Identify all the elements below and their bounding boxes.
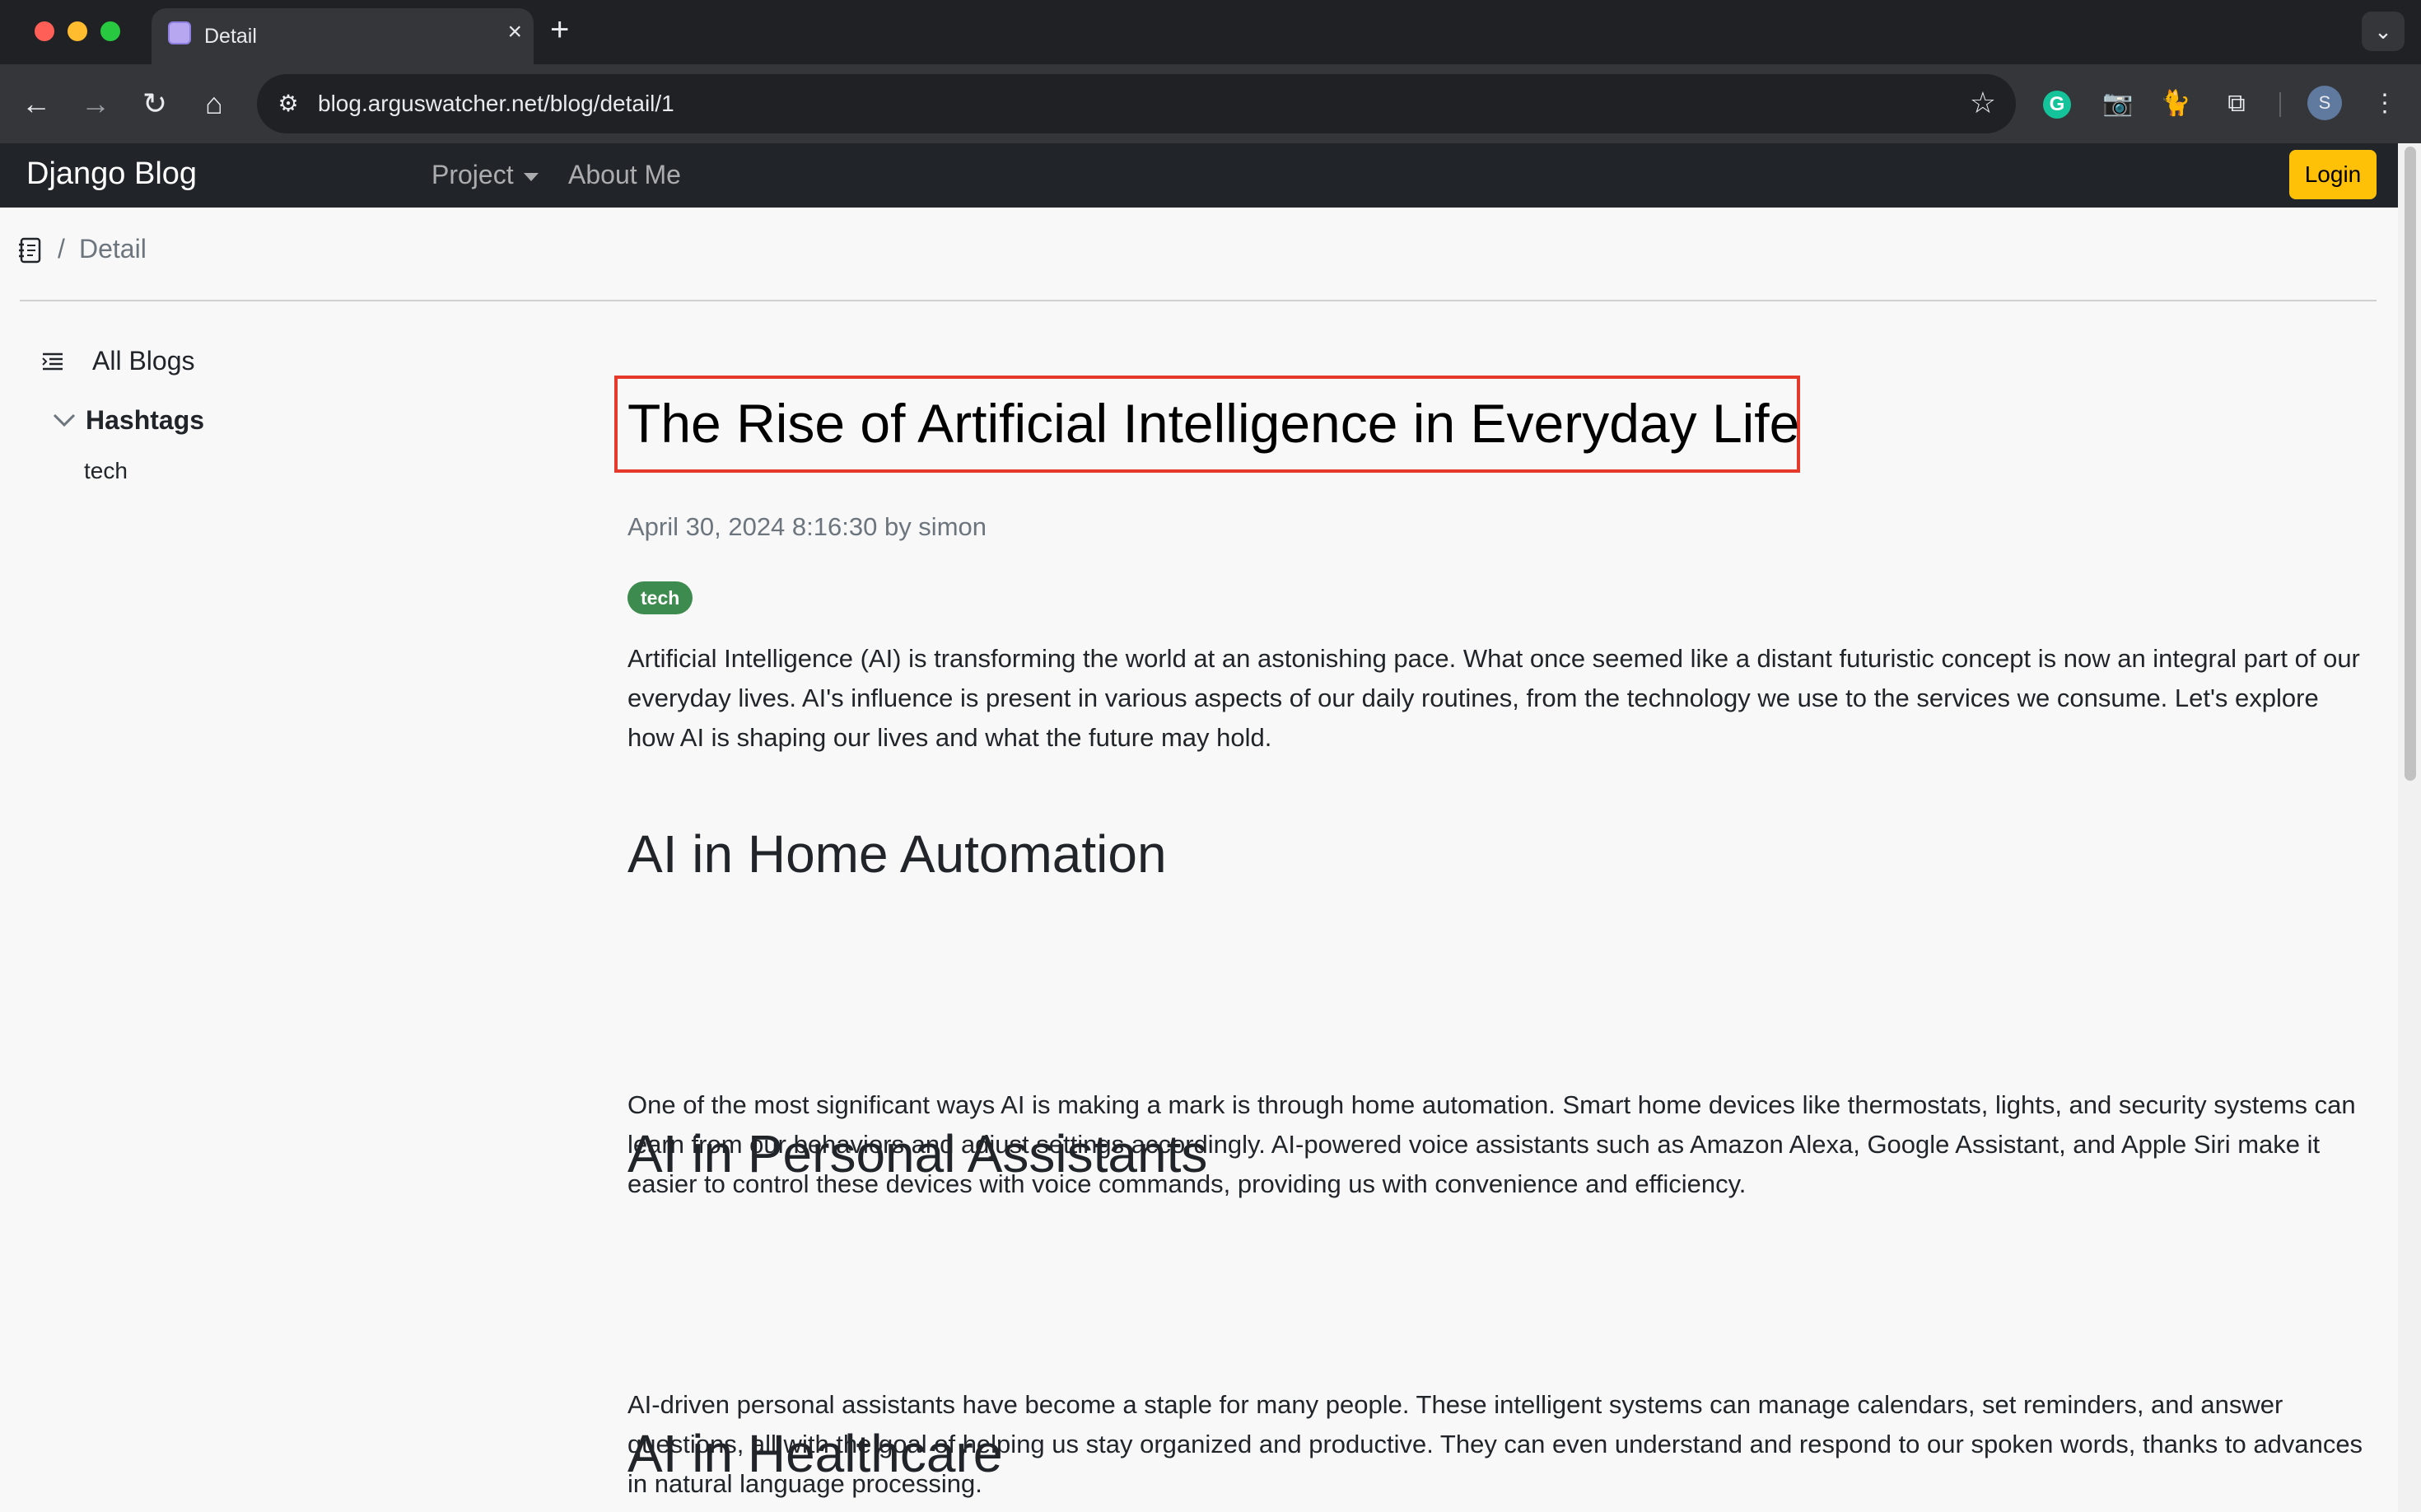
address-url[interactable]: blog.arguswatcher.net/blog/detail/1 <box>318 91 674 117</box>
site-brand[interactable]: Django Blog <box>26 156 197 192</box>
home-icon[interactable]: ⌂ <box>194 84 234 124</box>
site-settings-icon[interactable]: ⚙ <box>273 89 303 119</box>
reload-icon[interactable]: ↻ <box>135 84 175 124</box>
sidebar-all-blogs-label: All Blogs <box>92 346 195 376</box>
back-arrow-icon[interactable]: ← <box>16 84 56 124</box>
post-meta: April 30, 2024 8:16:30 by simon <box>627 512 987 541</box>
login-button[interactable]: Login <box>2289 150 2377 199</box>
browser-toolbar: ← → ↻ ⌂ ⚙ blog.arguswatcher.net/blog/det… <box>0 64 2421 143</box>
site-navbar: Django Blog Project About Me Login <box>0 143 2398 208</box>
chevron-down-icon <box>53 413 76 427</box>
caret-down-icon <box>523 172 539 181</box>
post-title: The Rise of Artificial Intelligence in E… <box>627 393 1800 454</box>
sidebar-hashtags-label: Hashtags <box>86 405 205 435</box>
tab-title: Detail <box>204 25 257 48</box>
breadcrumb-current: Detail <box>79 234 147 264</box>
toolbar-divider <box>2279 92 2281 117</box>
cat-extension-icon[interactable]: 🐈 <box>2157 86 2194 122</box>
page-scrollbar[interactable] <box>2398 143 2421 1512</box>
tab-search-button[interactable]: ⌄ <box>2362 12 2405 51</box>
post-tag-badge[interactable]: tech <box>627 581 693 614</box>
nav-about-link[interactable]: About Me <box>568 160 681 190</box>
breadcrumb-separator: / <box>58 234 65 264</box>
extensions-puzzle-icon[interactable]: ⧉ <box>2218 86 2255 122</box>
tab-close-button[interactable]: × <box>507 20 522 44</box>
address-bar[interactable]: ⚙ blog.arguswatcher.net/blog/detail/1 ☆ <box>257 74 2016 133</box>
breadcrumb-divider <box>20 300 2377 301</box>
window-close-button[interactable] <box>35 21 54 41</box>
list-icon <box>42 352 63 371</box>
nav-project-label: Project <box>431 160 514 189</box>
nav-project-dropdown[interactable]: Project <box>431 160 539 190</box>
browser-menu-icon[interactable]: ⋮ <box>2367 86 2403 122</box>
tab-favicon-icon <box>168 21 191 44</box>
notebook-icon[interactable] <box>18 237 43 264</box>
section-heading: AI in Healthcare <box>627 1424 1003 1483</box>
window-zoom-button[interactable] <box>100 21 120 41</box>
grammarly-extension-icon[interactable]: G <box>2039 86 2075 122</box>
page-viewport: Django Blog Project About Me Login / Det… <box>0 143 2398 1512</box>
new-tab-button[interactable]: + <box>550 13 569 46</box>
sidebar-hashtag-item[interactable]: tech <box>84 458 128 484</box>
camera-extension-icon[interactable]: 📷 <box>2100 86 2136 122</box>
profile-avatar[interactable]: S <box>2307 86 2342 120</box>
forward-arrow-icon[interactable]: → <box>76 84 115 124</box>
scrollbar-thumb[interactable] <box>2405 147 2416 781</box>
browser-tab-active[interactable]: Detail × <box>152 8 534 64</box>
post-intro: Artificial Intelligence (AI) is transfor… <box>627 644 2360 752</box>
section-heading: AI in Home Automation <box>627 824 1167 884</box>
window-minimize-button[interactable] <box>68 21 87 41</box>
bookmark-star-icon[interactable]: ☆ <box>1970 86 1996 120</box>
browser-tab-bar: Detail × + ⌄ <box>0 0 2421 64</box>
section-heading: AI in Personal Assistants <box>627 1124 1208 1183</box>
